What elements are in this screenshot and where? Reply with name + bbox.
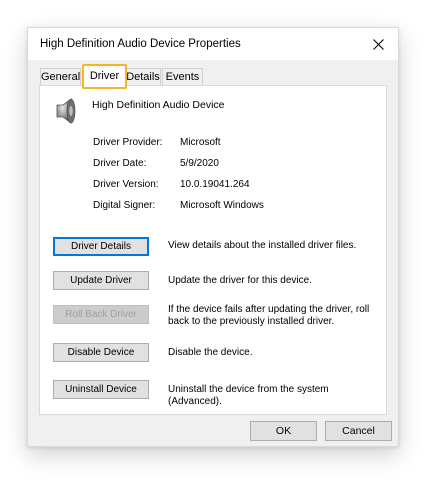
device-name: High Definition Audio Device xyxy=(92,99,225,111)
close-button[interactable] xyxy=(358,28,398,60)
driver-version-label: Driver Version: xyxy=(93,179,159,190)
driver-date-value: 5/9/2020 xyxy=(180,158,219,169)
ok-button[interactable]: OK xyxy=(250,421,317,441)
uninstall-device-button[interactable]: Uninstall Device xyxy=(53,380,149,399)
digital-signer-label: Digital Signer: xyxy=(93,200,156,211)
tab-details[interactable]: Details xyxy=(125,68,161,86)
driver-details-button[interactable]: Driver Details xyxy=(53,237,149,256)
tab-events[interactable]: Events xyxy=(162,68,203,86)
driver-panel: High Definition Audio Device Driver Prov… xyxy=(39,85,387,415)
disable-device-description: Disable the device. xyxy=(168,347,253,358)
driver-provider-label: Driver Provider: xyxy=(93,137,163,148)
uninstall-device-description: Uninstall the device from the system (Ad… xyxy=(168,384,329,407)
properties-dialog: High Definition Audio Device Properties … xyxy=(27,27,399,447)
update-driver-button[interactable]: Update Driver xyxy=(53,271,149,290)
close-icon xyxy=(372,38,384,50)
tab-driver[interactable]: Driver xyxy=(82,64,127,89)
roll-back-driver-button[interactable]: Roll Back Driver xyxy=(53,305,149,324)
driver-version-value: 10.0.19041.264 xyxy=(180,179,250,190)
title-bar: High Definition Audio Device Properties xyxy=(28,28,398,60)
driver-date-label: Driver Date: xyxy=(93,158,147,169)
driver-provider-value: Microsoft xyxy=(180,137,221,148)
driver-details-description: View details about the installed driver … xyxy=(168,240,357,251)
digital-signer-value: Microsoft Windows xyxy=(180,200,264,211)
cancel-button[interactable]: Cancel xyxy=(325,421,392,441)
disable-device-button[interactable]: Disable Device xyxy=(53,343,149,362)
tab-general[interactable]: General xyxy=(40,68,81,86)
window-title: High Definition Audio Device Properties xyxy=(40,38,241,50)
roll-back-driver-description: If the device fails after updating the d… xyxy=(168,304,370,327)
update-driver-description: Update the driver for this device. xyxy=(168,275,312,286)
speaker-icon xyxy=(53,97,81,130)
